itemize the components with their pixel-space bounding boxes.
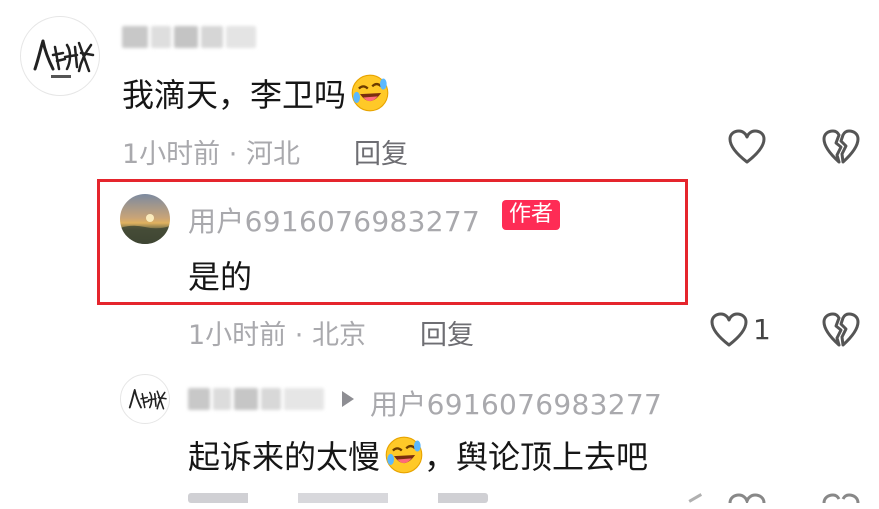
calligraphy-logo xyxy=(33,39,95,78)
heart-outline-icon[interactable] xyxy=(728,493,766,503)
comment-meta: 1小时前 · 河北 xyxy=(122,139,300,170)
comment-meta: 1小时前 · 北京 xyxy=(188,320,366,351)
username[interactable]: 用户6916076983277 xyxy=(188,200,480,240)
comment-text: 起诉来的太慢 ，舆论顶上去吧 xyxy=(188,434,648,476)
reply-to-username[interactable]: 用户6916076983277 xyxy=(370,383,662,423)
broken-heart-icon[interactable] xyxy=(822,493,860,503)
author-badge: 作者 xyxy=(502,200,561,230)
rolling-laugh-emoji xyxy=(385,436,423,474)
reply-arrow-icon xyxy=(342,391,354,407)
highlight-box xyxy=(97,179,688,305)
like-count: 1 xyxy=(753,313,771,346)
cut-off-meta-row xyxy=(188,493,508,503)
reply-button[interactable]: 回复 xyxy=(354,132,408,171)
sunset-image xyxy=(120,214,170,244)
comment-text: 我滴天，李卫吗 xyxy=(122,72,390,114)
avatar[interactable] xyxy=(20,16,100,96)
avatar[interactable] xyxy=(120,194,170,244)
heart-outline-icon[interactable] xyxy=(728,129,766,165)
comment-text: 是的 xyxy=(188,258,253,296)
rolling-laugh-emoji xyxy=(351,74,389,112)
reply-button[interactable]: 回复 xyxy=(420,313,474,352)
broken-heart-icon[interactable] xyxy=(822,312,860,348)
username-blurred[interactable] xyxy=(188,386,324,412)
username-blurred[interactable] xyxy=(122,24,256,50)
avatar[interactable] xyxy=(120,374,170,424)
calligraphy-logo xyxy=(128,389,167,410)
broken-heart-icon[interactable] xyxy=(822,129,860,165)
small-arrow-icon xyxy=(688,493,706,509)
heart-outline-icon[interactable] xyxy=(710,312,748,348)
